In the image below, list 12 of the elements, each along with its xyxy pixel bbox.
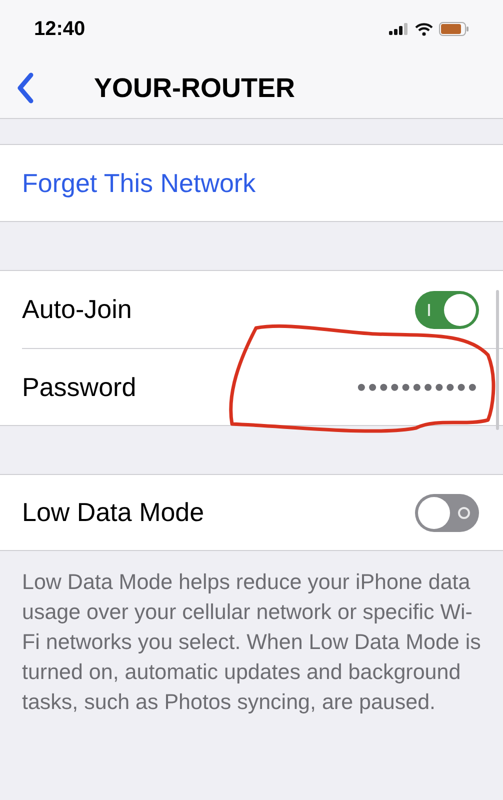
status-time: 12:40: [34, 17, 86, 42]
toggle-switch[interactable]: [415, 290, 479, 328]
nav-title: YOUR-ROUTER: [94, 72, 295, 105]
wifi-icon: [415, 22, 433, 36]
battery-icon: [439, 22, 469, 36]
password-value: •••••••••••: [356, 370, 479, 404]
footer-description: Low Data Mode helps reduce your iPhone data usage over your cellular network or specific Wi-Fi networks you select. When Low Data Mode is turned on, automatic updates and background tasks, such as Photos syncing, are paused.: [21, 569, 482, 716]
toggle-switch[interactable]: [415, 494, 479, 532]
setting-label: Auto-Join: [22, 293, 132, 326]
setting-label: Password: [22, 370, 136, 404]
setting-label: Low Data Mode: [22, 496, 204, 529]
signal-icon: [389, 23, 409, 35]
